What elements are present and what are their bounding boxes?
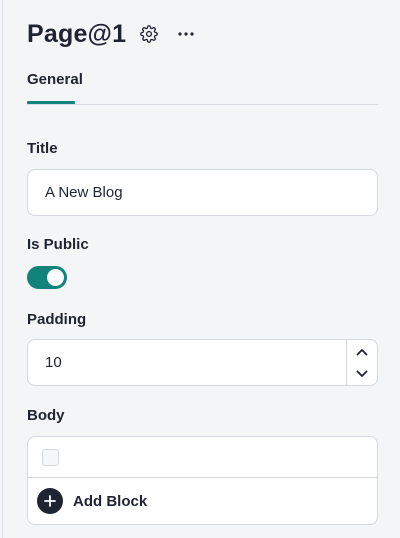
- is-public-label: Is Public: [27, 236, 89, 253]
- body-label: Body: [27, 407, 65, 424]
- chevron-up-icon[interactable]: [347, 341, 377, 363]
- padding-label: Padding: [27, 311, 87, 328]
- active-tab-indicator: [27, 101, 75, 104]
- add-block-button[interactable]: Add Block: [37, 488, 147, 514]
- plus-icon: [37, 488, 63, 514]
- panel-tabs: General: [27, 70, 378, 105]
- properties-panel: Page@1 General Title Is Public Padding 1…: [27, 0, 378, 538]
- gear-icon[interactable]: [138, 23, 160, 45]
- add-block-label: Add Block: [73, 492, 148, 510]
- padding-number-input[interactable]: 10: [27, 339, 378, 386]
- tab-general[interactable]: General: [27, 70, 83, 105]
- chevron-down-icon[interactable]: [347, 363, 377, 385]
- more-horizontal-icon[interactable]: [175, 23, 197, 45]
- padding-stepper: [346, 340, 377, 385]
- title-input[interactable]: [27, 169, 378, 216]
- padding-value[interactable]: 10: [45, 354, 62, 371]
- page-title: Page@1: [27, 19, 127, 48]
- block-select-checkbox[interactable]: [42, 449, 59, 466]
- left-divider: [2, 0, 3, 538]
- panel-header: Page@1: [27, 19, 197, 49]
- is-public-toggle[interactable]: [27, 266, 67, 289]
- body-blocks-field: Add Block: [27, 436, 378, 525]
- toggle-knob: [47, 269, 64, 286]
- title-label: Title: [27, 140, 58, 157]
- block-row: [28, 437, 377, 478]
